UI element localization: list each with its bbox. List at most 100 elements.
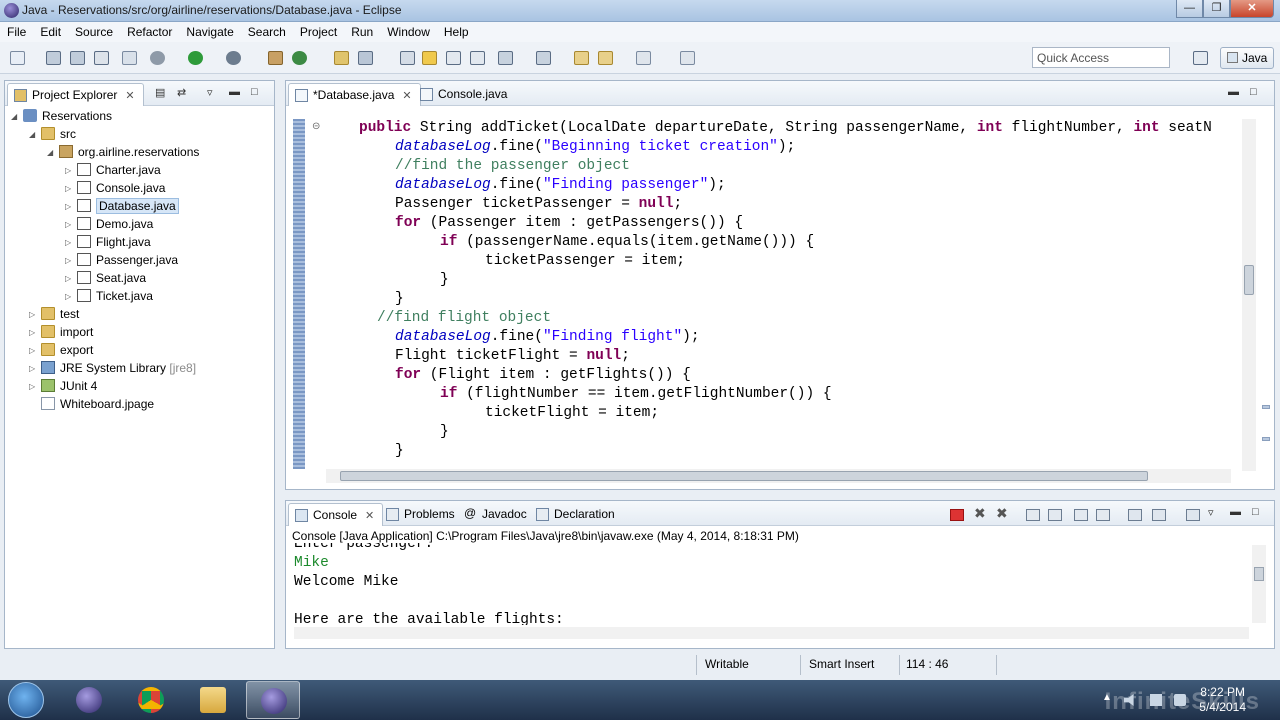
- maximize-view-icon[interactable]: □: [251, 86, 258, 98]
- word-wrap-icon[interactable]: [1048, 509, 1062, 521]
- tab-database-java[interactable]: *Database.java ✕: [288, 83, 421, 106]
- pin-console-icon[interactable]: [1128, 509, 1142, 521]
- remove-launch-icon[interactable]: ✖: [974, 505, 988, 521]
- collapsed-arrow-icon[interactable]: ▷: [29, 324, 41, 342]
- tree-node-console[interactable]: ▷ Console.java: [65, 179, 165, 197]
- scrollbar-thumb[interactable]: [1254, 567, 1264, 581]
- tree-node-charter[interactable]: ▷ Charter.java: [65, 161, 161, 179]
- tree-node-test[interactable]: ▷ test: [29, 305, 79, 323]
- restore-button[interactable]: ❐: [1203, 0, 1230, 18]
- remove-all-launches-icon[interactable]: ✖: [996, 505, 1010, 521]
- new-icon[interactable]: [10, 51, 25, 65]
- tree-node-export[interactable]: ▷ export: [29, 341, 93, 359]
- system-clock[interactable]: 8:22 PM 5/4/2014: [1199, 685, 1246, 715]
- taskbar-explorer[interactable]: [186, 681, 240, 719]
- tree-node-passenger[interactable]: ▷ Passenger.java: [65, 251, 178, 269]
- collapse-all-icon[interactable]: ▤: [155, 86, 165, 99]
- collapsed-arrow-icon[interactable]: ▷: [65, 270, 77, 288]
- tree-node-ticket[interactable]: ▷ Ticket.java: [65, 287, 153, 305]
- tree-node-import[interactable]: ▷ import: [29, 323, 93, 341]
- console-horizontal-scrollbar[interactable]: [294, 627, 1249, 639]
- tab-problems[interactable]: Problems: [380, 503, 463, 526]
- taskbar-chrome[interactable]: [124, 681, 178, 719]
- menu-edit[interactable]: Edit: [33, 25, 68, 39]
- tab-project-explorer[interactable]: Project Explorer ✕: [7, 83, 144, 106]
- collapsed-arrow-icon[interactable]: ▷: [65, 288, 77, 306]
- collapsed-arrow-icon[interactable]: ▷: [29, 378, 41, 396]
- scroll-lock-icon[interactable]: [1026, 509, 1040, 521]
- tree-node-demo[interactable]: ▷ Demo.java: [65, 215, 153, 233]
- minimize-view-icon[interactable]: ▬: [229, 86, 240, 98]
- display-console-icon[interactable]: [1152, 509, 1166, 521]
- tree-node-flight[interactable]: ▷ Flight.java: [65, 233, 151, 251]
- menu-source[interactable]: Source: [68, 25, 120, 39]
- menu-search[interactable]: Search: [241, 25, 293, 39]
- maximize-view-icon[interactable]: □: [1250, 86, 1257, 98]
- block-selection-icon[interactable]: [446, 51, 461, 65]
- tab-console[interactable]: Console ✕: [288, 503, 384, 526]
- back-icon[interactable]: [598, 51, 613, 65]
- expanded-arrow-icon[interactable]: ◢: [47, 144, 59, 162]
- close-button[interactable]: ✕: [1230, 0, 1274, 18]
- collapsed-arrow-icon[interactable]: ▷: [29, 342, 41, 360]
- taskbar-eclipse-active[interactable]: [246, 681, 300, 719]
- annotation-marker[interactable]: [1262, 437, 1270, 441]
- tray-arrow-icon[interactable]: ▲: [1102, 692, 1114, 704]
- print-icon[interactable]: [94, 51, 109, 65]
- menu-help[interactable]: Help: [437, 25, 476, 39]
- tree-node-package[interactable]: ◢ org.airline.reservations: [47, 143, 199, 161]
- tab-javadoc[interactable]: @ Javadoc: [458, 503, 535, 526]
- save-icon[interactable]: [46, 51, 61, 65]
- minimize-view-icon[interactable]: ▬: [1228, 86, 1239, 98]
- editor-horizontal-scrollbar[interactable]: [326, 469, 1231, 483]
- show-on-error-icon[interactable]: [1096, 509, 1110, 521]
- collapsed-arrow-icon[interactable]: ▷: [29, 360, 41, 378]
- close-icon[interactable]: ✕: [402, 90, 411, 102]
- editor-vertical-scrollbar[interactable]: [1242, 119, 1256, 471]
- tree-node-src[interactable]: ◢ src: [29, 125, 76, 143]
- menu-file[interactable]: File: [0, 25, 33, 39]
- collapsed-arrow-icon[interactable]: ▷: [65, 216, 77, 234]
- code-editor[interactable]: public String addTicket(LocalDate depart…: [311, 119, 1244, 469]
- pin-editor-icon[interactable]: [680, 51, 695, 65]
- tree-node-junit[interactable]: ▷ JUnit 4: [29, 377, 97, 395]
- highlight-icon[interactable]: [422, 51, 437, 65]
- menu-window[interactable]: Window: [380, 25, 437, 39]
- taskbar-eclipse-1[interactable]: [62, 681, 116, 719]
- menu-project[interactable]: Project: [293, 25, 344, 39]
- menu-run[interactable]: Run: [344, 25, 380, 39]
- annotation-marker[interactable]: [1262, 405, 1270, 409]
- network-icon[interactable]: [1150, 694, 1162, 706]
- console-vertical-scrollbar[interactable]: [1252, 545, 1266, 623]
- tree-node-reservations[interactable]: ◢ Reservations: [11, 107, 112, 125]
- forward-icon[interactable]: [636, 51, 651, 65]
- toggle-mark-icon[interactable]: [400, 51, 415, 65]
- close-icon[interactable]: ✕: [365, 510, 374, 522]
- external-tools-icon[interactable]: [226, 51, 241, 65]
- view-menu-icon[interactable]: ▿: [207, 86, 213, 99]
- run-icon[interactable]: [188, 51, 203, 65]
- open-perspective-icon[interactable]: [1193, 51, 1208, 65]
- tab-console-java[interactable]: Console.java: [414, 83, 515, 106]
- menu-navigate[interactable]: Navigate: [179, 25, 240, 39]
- tree-node-seat[interactable]: ▷ Seat.java: [65, 269, 146, 287]
- power-icon[interactable]: [1174, 694, 1186, 706]
- collapsed-arrow-icon[interactable]: ▷: [65, 252, 77, 270]
- collapsed-arrow-icon[interactable]: ▷: [65, 162, 77, 180]
- scrollbar-thumb[interactable]: [1244, 265, 1254, 295]
- open-type-icon[interactable]: [334, 51, 349, 65]
- debug-icon[interactable]: [150, 51, 165, 65]
- collapsed-arrow-icon[interactable]: ▷: [65, 198, 77, 216]
- view-menu-icon[interactable]: ▿: [1208, 506, 1214, 519]
- open-console-icon[interactable]: [1186, 509, 1200, 521]
- console-output[interactable]: Enter passenger: Mike Welcome Mike Here …: [294, 543, 1244, 625]
- minimize-view-icon[interactable]: ▬: [1230, 506, 1241, 518]
- show-on-output-icon[interactable]: [1074, 509, 1088, 521]
- tree-node-whiteboard[interactable]: Whiteboard.jpage: [29, 395, 154, 413]
- next-annotation-icon[interactable]: [498, 51, 513, 65]
- last-edit-icon[interactable]: [574, 51, 589, 65]
- maximize-view-icon[interactable]: □: [1252, 506, 1259, 518]
- show-whitespace-icon[interactable]: [470, 51, 485, 65]
- tab-declaration[interactable]: Declaration: [530, 503, 623, 526]
- collapsed-arrow-icon[interactable]: ▷: [29, 306, 41, 324]
